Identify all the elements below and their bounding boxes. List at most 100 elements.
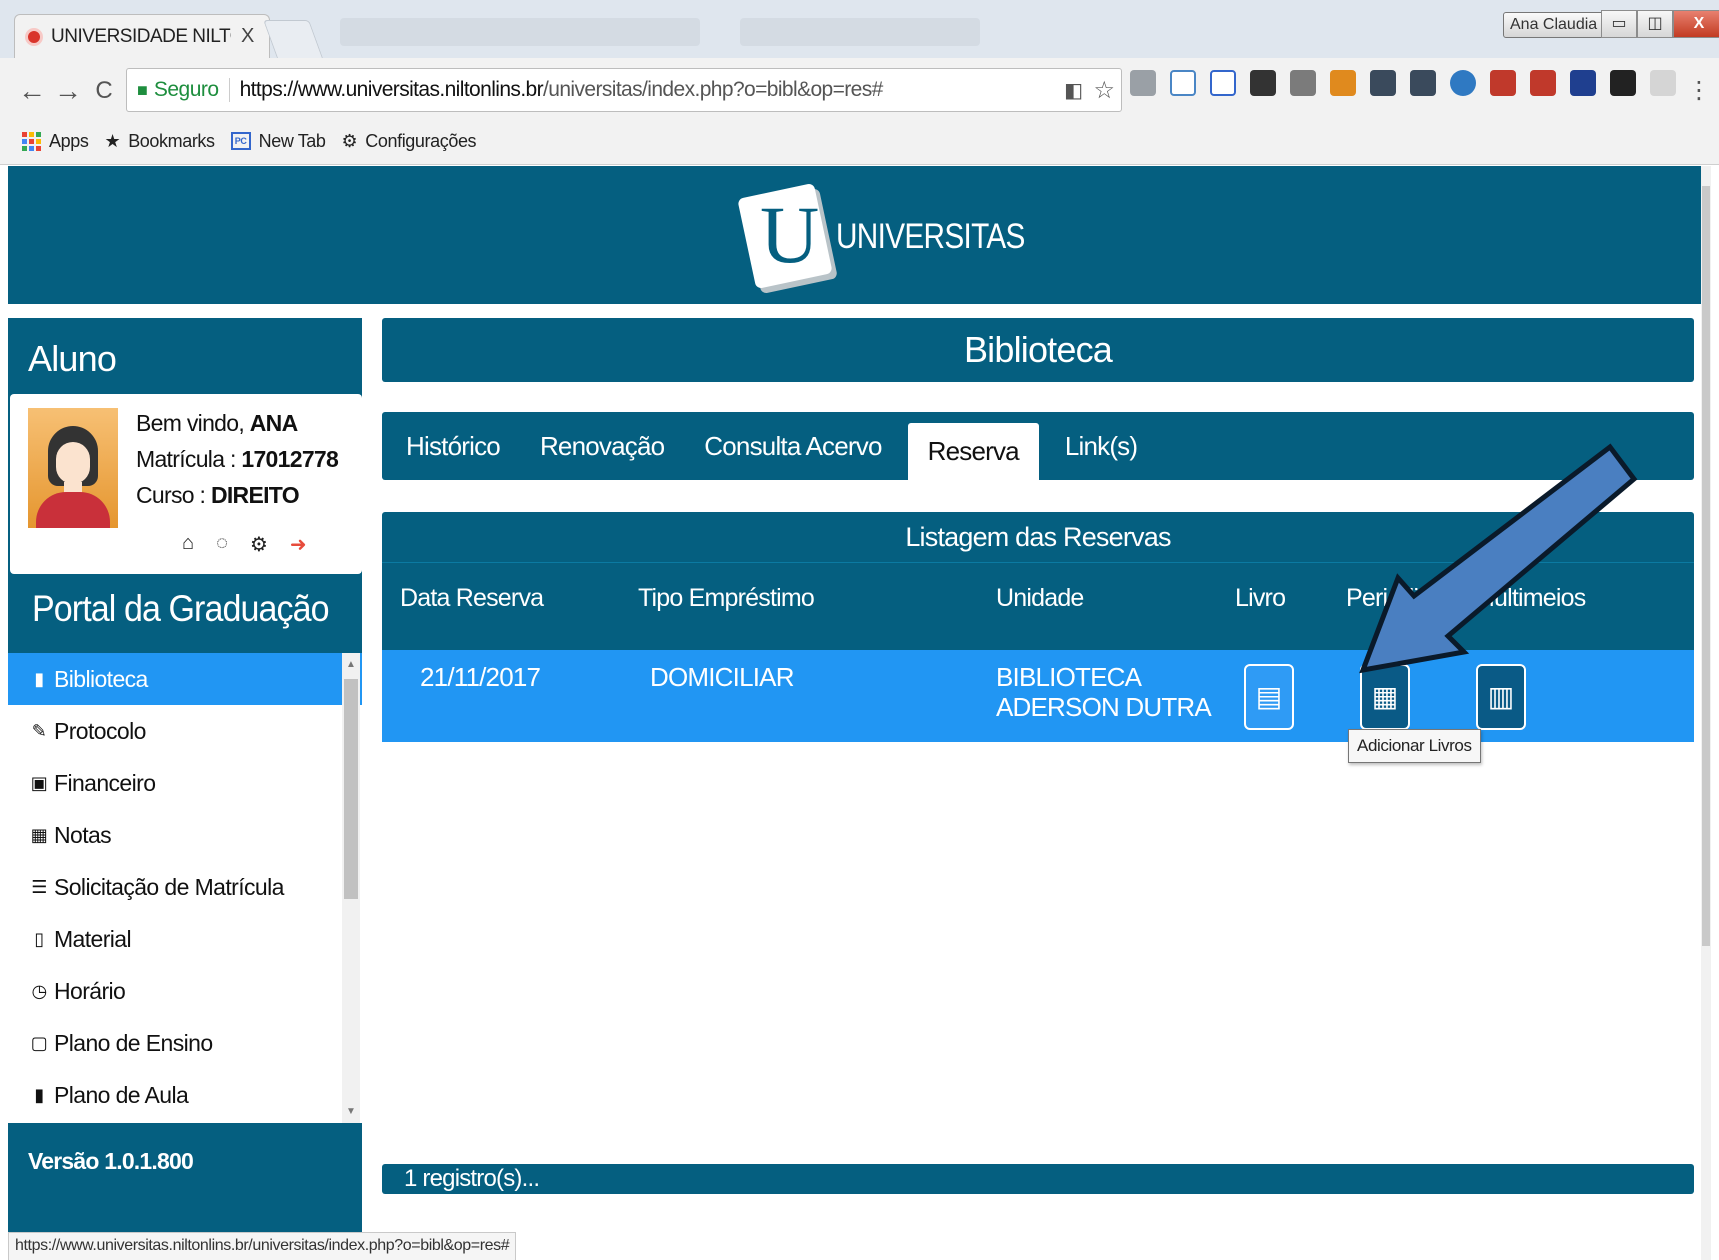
extension-icon[interactable] — [1290, 70, 1316, 96]
forward-arrow-icon[interactable]: → — [50, 75, 86, 107]
sidebar-item-protocolo[interactable]: ✎ Protocolo — [8, 705, 362, 757]
extension-icon[interactable] — [1530, 70, 1556, 96]
student-profile-card: Bem vindo, ANA Matrícula : 17012778 Curs… — [10, 394, 362, 574]
sidebar-title: Aluno — [28, 338, 117, 379]
sidebar-item-material[interactable]: ▯ Material — [8, 913, 362, 965]
window-profile-button[interactable]: Ana Claudia — [1503, 12, 1605, 38]
tab-consulta-acervo[interactable]: Consulta Acervo — [690, 418, 895, 474]
logo-text: UNIVERSITAS — [836, 217, 1025, 256]
extension-icon[interactable] — [1410, 70, 1436, 96]
sidebar-item-label: Plano de Ensino — [54, 1029, 213, 1056]
sidebar-item-label: Material — [54, 925, 132, 952]
extension-icon[interactable] — [1170, 70, 1196, 96]
gear-icon[interactable]: ⚙ — [250, 532, 268, 557]
extension-icon[interactable] — [1490, 70, 1516, 96]
maximize-button[interactable]: ◫ — [1637, 10, 1673, 38]
browser-menu-icon[interactable]: ⋮ — [1687, 76, 1711, 105]
logo-mark-icon: U — [737, 182, 833, 290]
sidebar-item-label: Biblioteca — [54, 665, 148, 692]
close-window-button[interactable]: X — [1673, 10, 1719, 38]
sidebar-item-notas[interactable]: ▦ Notas — [8, 809, 362, 861]
column-header-periodico: Periódico — [1346, 584, 1444, 612]
sidebar-item-solicitacao-matricula[interactable]: ☰ Solicitação de Matrícula — [8, 861, 362, 913]
bookmark-bookmarks[interactable]: ★ Bookmarks — [104, 131, 215, 152]
column-header-livro: Livro — [1235, 584, 1286, 612]
bookmark-new-tab[interactable]: PC New Tab — [230, 131, 326, 152]
page-title: Biblioteca — [382, 318, 1694, 382]
url-path: /universitas/index.php?o=bibl&op=res# — [543, 78, 883, 101]
film-icon: ▥ — [1487, 681, 1515, 712]
sidebar-menu: ▮ Biblioteca ✎ Protocolo ▣ Financeiro ▦ … — [8, 653, 362, 1123]
sidebar: Aluno Bem vindo, ANA Matrícula : 1701277… — [8, 318, 362, 1260]
logo-letter: U — [760, 189, 820, 280]
new-tab-button[interactable] — [263, 20, 323, 58]
curso-text: Curso : DIREITO — [136, 482, 300, 509]
student-name: ANA — [249, 410, 298, 436]
scrollbar-thumb[interactable] — [1702, 186, 1710, 946]
bookmark-configuracoes[interactable]: ⚙ Configurações — [342, 131, 477, 152]
column-header-data-reserva: Data Reserva — [400, 584, 544, 612]
reload-icon[interactable]: C — [86, 77, 122, 105]
matricula-value: 17012778 — [241, 446, 339, 472]
extension-icon[interactable] — [1330, 70, 1356, 96]
sidebar-item-plano-aula[interactable]: ▮ Plano de Aula — [8, 1069, 362, 1121]
browser-tab[interactable]: UNIVERSIDADE NILTON X — [14, 14, 270, 58]
extension-icon[interactable] — [1610, 70, 1636, 96]
sidebar-item-financeiro[interactable]: ▣ Financeiro — [8, 757, 362, 809]
sidebar-item-label: Horário — [54, 977, 126, 1004]
sidebar-item-label: Financeiro — [54, 769, 156, 796]
back-arrow-icon[interactable]: ← — [14, 75, 50, 107]
extension-icon[interactable] — [1130, 70, 1156, 96]
address-bar[interactable]: ■ Seguro https://www.universitas.niltonl… — [126, 68, 1122, 112]
scroll-down-icon[interactable]: ▼ — [342, 1106, 360, 1117]
sidebar-item-plano-ensino[interactable]: ▢ Plano de Ensino — [8, 1017, 362, 1069]
add-multimedia-button[interactable]: ▥ — [1476, 664, 1526, 730]
background-tab[interactable] — [340, 18, 700, 46]
extension-icon[interactable] — [1250, 70, 1276, 96]
bookmark-icon: ▮ — [34, 1084, 44, 1105]
home-icon[interactable]: ⌂ — [182, 532, 194, 557]
universitas-logo[interactable]: U UNIVERSITAS — [737, 182, 1058, 290]
status-bar-url: https://www.universitas.niltonlins.br/un… — [8, 1232, 517, 1260]
unidade-line-1: BIBLIOTECA — [996, 662, 1142, 692]
cell-tipo-emprestimo: DOMICILIAR — [650, 662, 794, 692]
site-settings-icon[interactable]: ◧ — [1064, 78, 1083, 103]
sidebar-item-label: Protocolo — [54, 717, 146, 744]
avatar — [28, 408, 118, 528]
profile-actions: ⌂ ◌ ⚙ ➜ — [182, 532, 307, 557]
minimize-button[interactable]: ▭ — [1601, 10, 1637, 38]
extension-icon[interactable] — [1650, 70, 1676, 96]
browser-chrome: UNIVERSIDADE NILTON X Ana Claudia ▭ ◫ X … — [0, 0, 1719, 165]
extension-icon[interactable] — [1370, 70, 1396, 96]
cell-data-reserva: 21/11/2017 — [420, 662, 541, 692]
logout-icon[interactable]: ➜ — [290, 532, 307, 557]
add-book-button[interactable]: ▤ — [1244, 664, 1294, 730]
file-icon: ▯ — [34, 928, 44, 949]
unidade-line-2: ADERSON DUTRA — [996, 692, 1212, 722]
chat-icon[interactable]: ◌ — [216, 532, 228, 557]
browser-tab-title: UNIVERSIDADE NILTON — [51, 25, 231, 47]
sidebar-item-biblioteca[interactable]: ▮ Biblioteca — [8, 653, 362, 705]
extension-icon[interactable] — [1450, 70, 1476, 96]
background-tab[interactable] — [740, 18, 980, 46]
sidebar-item-label: Notas — [54, 821, 112, 848]
scroll-up-icon[interactable]: ▲ — [342, 659, 360, 670]
close-tab-icon[interactable]: X — [241, 25, 254, 48]
add-periodical-button[interactable]: ▦ — [1360, 664, 1410, 730]
extension-icon[interactable] — [1210, 70, 1236, 96]
bookmark-apps[interactable]: Apps — [22, 131, 89, 152]
tab-renovacao[interactable]: Renovação — [526, 418, 678, 474]
sidebar-item-horario[interactable]: ◷ Horário — [8, 965, 362, 1017]
scrollbar-thumb[interactable] — [344, 679, 358, 899]
matricula-label: Matrícula : — [136, 446, 236, 472]
extension-icon[interactable] — [1570, 70, 1596, 96]
tab-reserva[interactable]: Reserva — [907, 423, 1039, 481]
tab-links[interactable]: Link(s) — [1051, 418, 1151, 474]
bookmark-star-icon[interactable]: ☆ — [1093, 76, 1115, 105]
page-scrollbar[interactable] — [1701, 166, 1711, 1260]
menu-scrollbar[interactable]: ▲ ▼ — [342, 653, 360, 1123]
tab-strip: UNIVERSIDADE NILTON X Ana Claudia ▭ ◫ X — [0, 0, 1719, 58]
apps-grid-icon — [22, 131, 41, 151]
tab-historico[interactable]: Histórico — [392, 418, 514, 474]
column-header-multimeios: Multimeios — [1474, 584, 1586, 612]
